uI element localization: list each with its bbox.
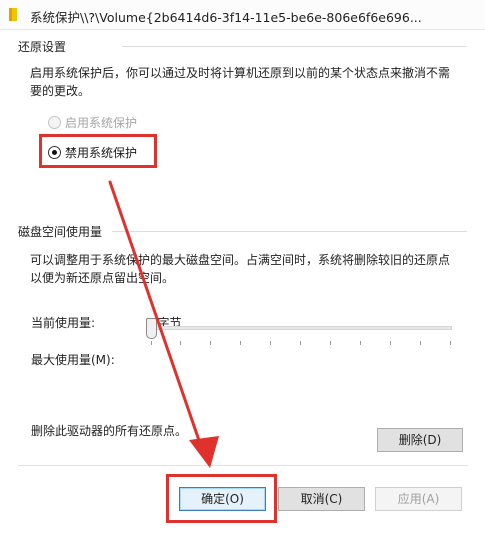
cancel-button[interactable]: 取消(C) xyxy=(278,487,365,511)
restore-description-line2: 要的更改。 xyxy=(30,84,91,98)
slider-tick xyxy=(270,341,271,345)
slider-tick xyxy=(420,341,421,345)
radio-enable-protection: 启用系统保护 xyxy=(48,112,137,132)
disk-usage-divider xyxy=(112,231,467,232)
slider-tick xyxy=(240,341,241,345)
radio-label-enable: 启用系统保护 xyxy=(65,115,138,130)
window-title: 系统保护\\?\Volume{2b6414d6-3f14-11e5-be6e-8… xyxy=(30,10,422,25)
max-usage-slider-track[interactable] xyxy=(148,326,452,330)
disk-description-line2: 以便为新还原点留出空间。 xyxy=(30,271,175,285)
current-usage-label: 当前使用量: xyxy=(31,316,96,330)
shield-icon xyxy=(9,8,17,21)
radio-button-enable xyxy=(48,115,61,129)
slider-tick xyxy=(450,341,451,345)
restore-settings-heading: 还原设置 xyxy=(18,40,67,54)
slider-tick xyxy=(210,341,211,345)
restore-description-line1: 启用系统保护后，你可以通过及时将计算机还原到以前的某个状态点来撤消不需 xyxy=(30,66,451,80)
slider-tick xyxy=(151,341,152,345)
delete-restore-points-text: 删除此驱动器的所有还原点。 xyxy=(31,424,188,438)
slider-tick xyxy=(360,341,361,345)
apply-button[interactable]: 应用(A) xyxy=(375,487,462,511)
slider-tick xyxy=(390,341,391,345)
disk-description: 可以调整用于系统保护的最大磁盘空间。占满空间时，系统将删除较旧的还原点 以便为新… xyxy=(30,251,450,287)
slider-tick xyxy=(330,341,331,345)
delete-button[interactable]: 删除(D) xyxy=(377,428,463,452)
highlight-ok-button xyxy=(166,474,277,523)
footer-divider xyxy=(18,465,468,466)
slider-tick xyxy=(300,341,301,345)
title-bar: 系统保护\\?\Volume{2b6414d6-3f14-11e5-be6e-8… xyxy=(0,0,485,30)
disk-description-line1: 可以调整用于系统保护的最大磁盘空间。占满空间时，系统将删除较旧的还原点 xyxy=(30,253,451,267)
restore-settings-divider xyxy=(122,46,467,47)
slider-tick xyxy=(180,341,181,345)
max-usage-slider-thumb[interactable] xyxy=(146,318,157,339)
restore-description: 启用系统保护后，你可以通过及时将计算机还原到以前的某个状态点来撤消不需 要的更改… xyxy=(30,64,450,100)
highlight-disable-option xyxy=(39,134,157,168)
max-usage-label: 最大使用量(M): xyxy=(31,353,115,367)
disk-usage-heading: 磁盘空间使用量 xyxy=(18,225,103,239)
